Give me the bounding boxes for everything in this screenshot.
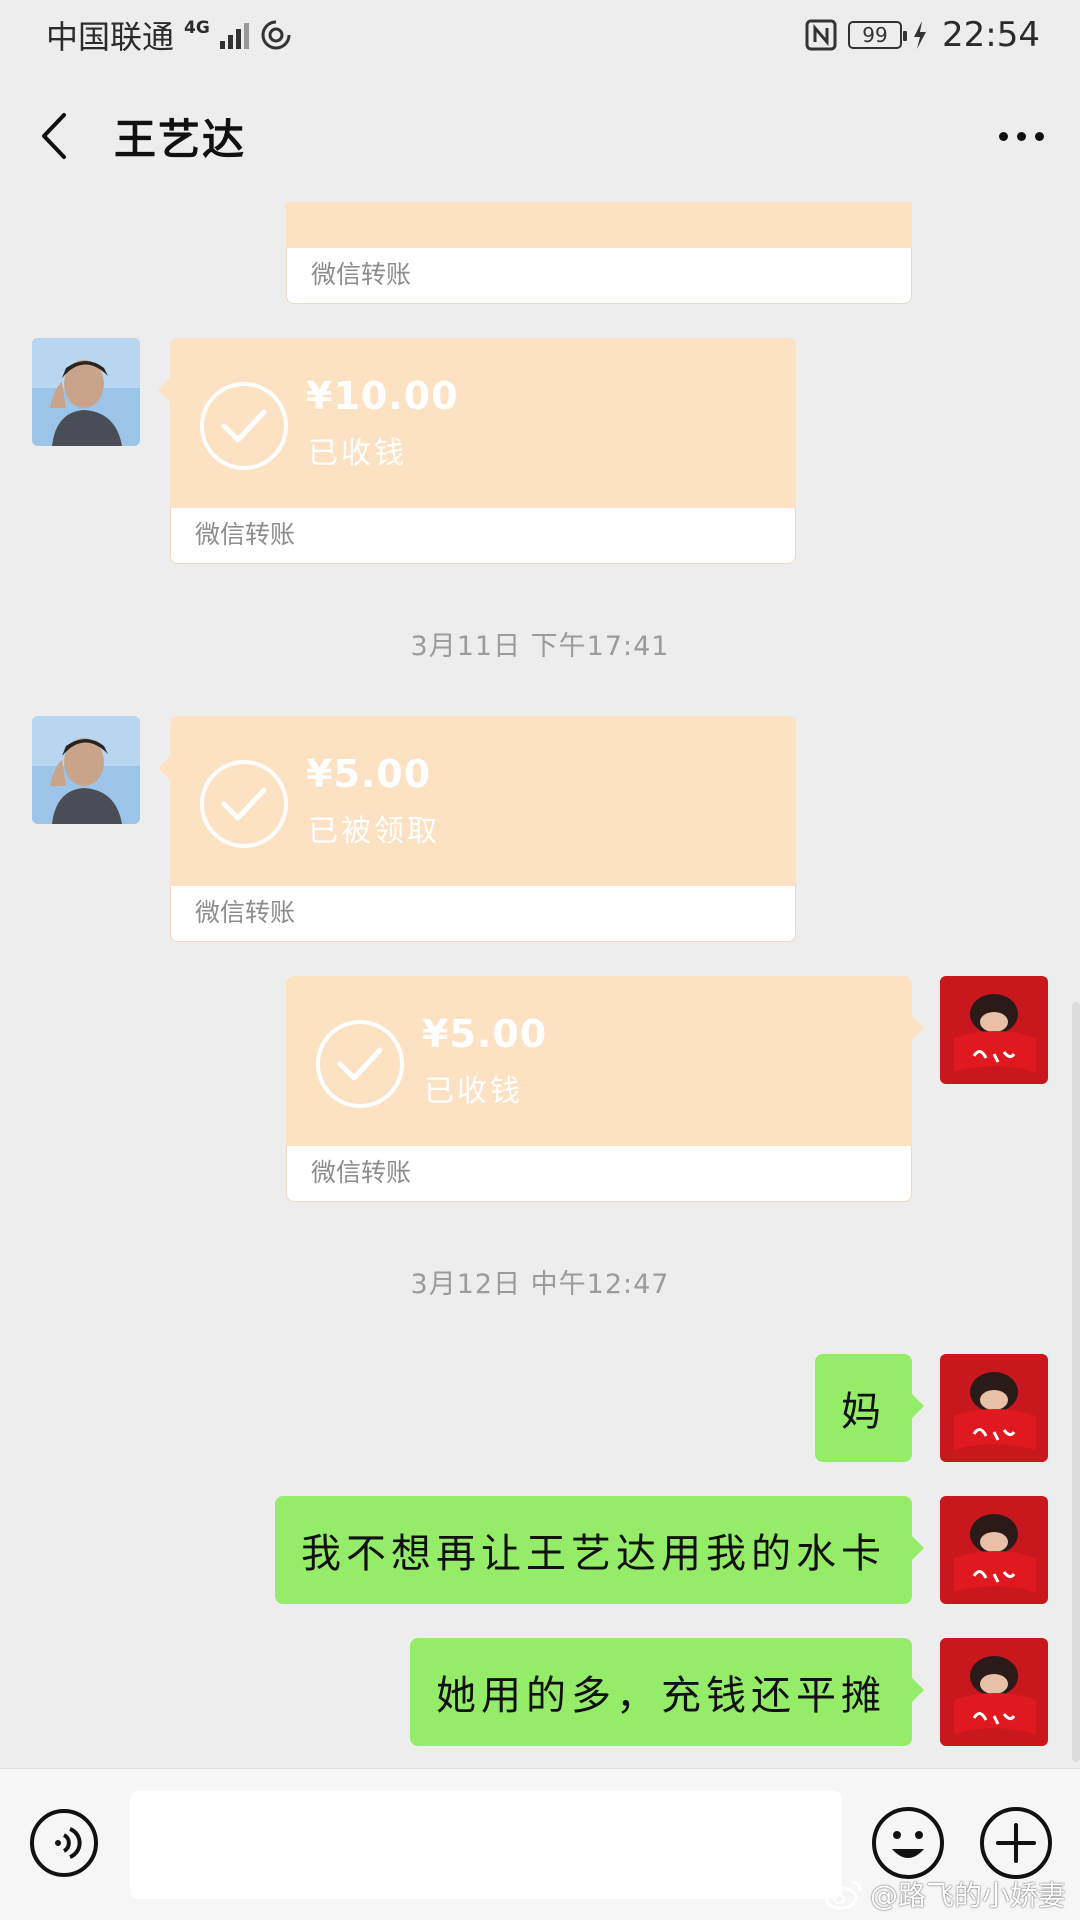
my-avatar[interactable]	[940, 1496, 1048, 1604]
watermark-text: @路飞的小娇妻	[869, 1879, 1066, 1912]
avatar-photo	[940, 1496, 1048, 1604]
transfer-label: 微信转账	[170, 508, 796, 564]
transfer-label: 微信转账	[286, 1146, 912, 1202]
status-right: 99 22:54	[804, 15, 1040, 55]
avatar-photo	[32, 716, 140, 824]
transfer-amount: ¥5.00	[422, 1012, 548, 1056]
avatar-photo	[940, 1638, 1048, 1746]
weibo-watermark: @路飞的小娇妻	[824, 1874, 1066, 1914]
title-bar: 王艺达	[0, 70, 1080, 202]
transfer-status: 已收钱	[308, 436, 407, 471]
message-timestamp: 3月12日 中午12:47	[410, 1269, 670, 1300]
transfer-card-top	[286, 202, 912, 248]
emoji-icon[interactable]	[870, 1805, 946, 1881]
contact-avatar[interactable]	[32, 716, 140, 824]
chat-screen: 中国联通 4G 99 22:54 王艺达 微信转账 ¥10.00 已收钱 微信转…	[0, 0, 1080, 1920]
avatar-photo	[940, 1354, 1048, 1462]
my-avatar[interactable]	[940, 1354, 1048, 1462]
sent-text-message[interactable]: 我不想再让王艺达用我的水卡	[275, 1496, 924, 1604]
sent-text-message[interactable]: 妈	[815, 1354, 924, 1462]
nfc-icon	[805, 19, 837, 51]
avatar-photo	[940, 976, 1048, 1084]
check-circle-icon	[200, 760, 288, 848]
transfer-amount: ¥10.00	[306, 374, 459, 418]
check-circle-icon	[316, 1020, 404, 1108]
more-button[interactable]	[999, 112, 1044, 161]
charging-icon	[914, 21, 927, 49]
contact-avatar[interactable]	[32, 338, 140, 446]
carrier-name: 中国联通	[46, 18, 175, 56]
status-left: 中国联通 4G	[46, 12, 293, 58]
battery-icon: 99	[848, 21, 908, 49]
plus-icon[interactable]	[978, 1805, 1054, 1881]
transfer-label: 微信转账	[170, 886, 796, 942]
transfer-amount: ¥5.00	[306, 752, 432, 796]
weibo-icon	[824, 1880, 862, 1910]
battery-level: 99	[862, 23, 888, 47]
voice-icon[interactable]	[28, 1807, 100, 1879]
status-time: 22:54	[942, 15, 1040, 55]
back-arrow-icon	[42, 113, 66, 159]
check-circle-icon	[200, 382, 288, 470]
message-list[interactable]: 微信转账 ¥10.00 已收钱 微信转账 3月11日 下午17:41 ¥5.00…	[0, 202, 1080, 1768]
message-timestamp: 3月11日 下午17:41	[410, 631, 670, 662]
my-avatar[interactable]	[940, 976, 1048, 1084]
back-button[interactable]	[36, 106, 86, 166]
transfer-message-sent-partial[interactable]: 微信转账	[286, 202, 912, 304]
message-input[interactable]	[130, 1791, 842, 1899]
scrollbar[interactable]	[1072, 1002, 1080, 1762]
transfer-status: 已被领取	[308, 814, 440, 849]
more-dots-icon	[999, 131, 1008, 141]
transfer-message-received[interactable]: ¥5.00 已被领取 微信转账	[158, 716, 796, 942]
sent-text-message[interactable]: 她用的多，充钱还平摊	[410, 1638, 924, 1746]
chat-title: 王艺达	[114, 114, 247, 164]
transfer-status: 已收钱	[424, 1074, 523, 1109]
my-avatar[interactable]	[940, 1638, 1048, 1746]
avatar-photo	[32, 338, 140, 446]
hotspot-icon	[261, 20, 291, 50]
transfer-message-sent[interactable]: ¥5.00 已收钱 微信转账	[286, 976, 924, 1202]
transfer-message-received[interactable]: ¥10.00 已收钱 微信转账	[158, 338, 796, 564]
transfer-label: 微信转账	[286, 248, 912, 304]
status-bar: 中国联通 4G 99 22:54	[0, 0, 1080, 70]
network-type: 4G	[184, 17, 210, 38]
signal-icon	[219, 21, 249, 49]
